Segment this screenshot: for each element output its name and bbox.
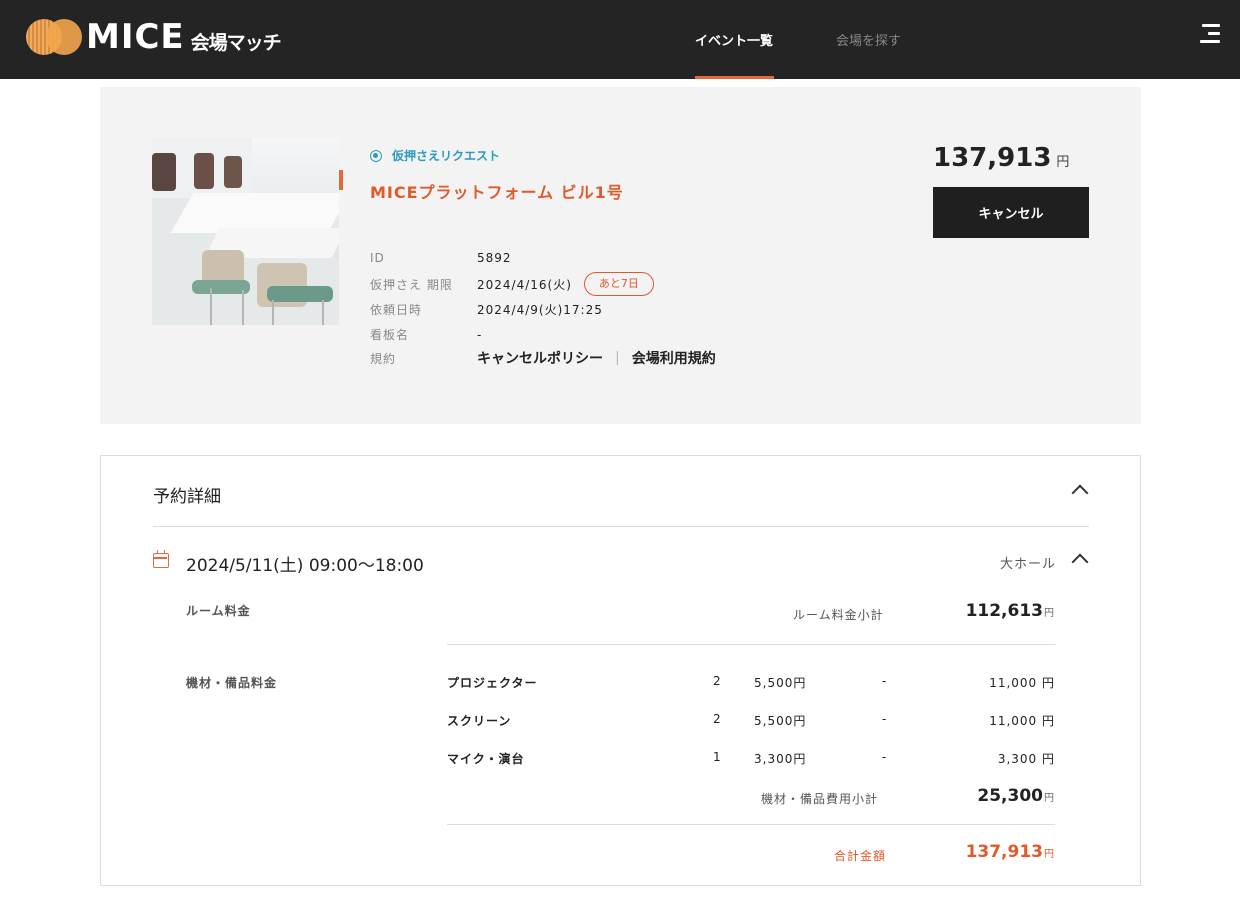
item-total: 11,000 円 <box>989 676 1055 690</box>
nav-find-venue[interactable]: 会場を探す <box>836 30 901 49</box>
table-row: スクリーン 2 5,500円 - 11,000 円 <box>447 712 1055 732</box>
equipment-divider <box>447 824 1055 825</box>
logo-text: MICE <box>86 17 185 57</box>
info-row-id: ID 5892 <box>370 251 512 265</box>
request-date-value: 2024/4/9(火)17:25 <box>477 303 603 317</box>
item-qty: 2 <box>713 712 722 726</box>
room-subtotal-label: ルーム料金小計 <box>793 608 884 622</box>
site-logo[interactable]: MICE 会場マッチ <box>26 17 282 57</box>
signboard-value: - <box>477 327 483 342</box>
room-divider <box>447 644 1055 645</box>
details-divider <box>153 526 1089 527</box>
reservation-date: 2024/5/11(土) 09:00〜18:00 <box>186 556 424 576</box>
item-unit-price: 5,500円 <box>754 714 807 728</box>
total-price: 137,913 円 <box>933 143 1069 173</box>
reservation-summary-panel: 仮押さえリクエスト MICEプラットフォーム ビル1号 ID 5892 仮押さえ… <box>100 87 1141 424</box>
item-discount: - <box>882 674 888 688</box>
top-header: MICE 会場マッチ イベント一覧 会場を探す <box>0 0 1240 79</box>
venue-name: MICEプラットフォーム ビル1号 <box>370 183 624 202</box>
status-indicator: 仮押さえリクエスト <box>370 147 500 164</box>
hold-deadline-value: 2024/4/16(火) <box>477 277 572 292</box>
equipment-subtotal-yen: 円 <box>1044 793 1054 804</box>
id-label: ID <box>370 251 385 265</box>
cancel-button[interactable]: キャンセル <box>933 187 1089 238</box>
grand-total-amount: 137,913 <box>965 842 1043 862</box>
accent-bar <box>339 170 343 190</box>
collapse-date-chevron-icon[interactable] <box>1071 553 1089 571</box>
calendar-icon <box>153 550 169 568</box>
logo-subtext: 会場マッチ <box>190 31 282 54</box>
active-nav-indicator <box>695 76 774 79</box>
hold-deadline-label: 仮押さえ 期限 <box>370 277 453 292</box>
info-row-terms: 規約 キャンセルポリシー | 会場利用規約 <box>370 348 716 368</box>
equipment-fee-label: 機材・備品料金 <box>186 676 278 690</box>
item-total: 11,000 円 <box>989 714 1055 728</box>
menu-icon[interactable] <box>1200 24 1222 44</box>
equipment-subtotal-value: 25,300円 <box>977 786 1054 806</box>
item-name: スクリーン <box>447 714 512 728</box>
item-unit-price: 5,500円 <box>754 676 807 690</box>
hall-name: 大ホール <box>1000 557 1057 572</box>
total-price-value: 137,913 <box>933 143 1052 173</box>
room-fee-label: ルーム料金 <box>186 604 251 618</box>
info-row-request: 依頼日時 2024/4/9(火)17:25 <box>370 301 603 318</box>
total-price-currency: 円 <box>1056 155 1070 170</box>
terms-separator: | <box>615 350 620 366</box>
collapse-details-chevron-icon[interactable] <box>1071 484 1089 502</box>
venue-terms-link[interactable]: 会場利用規約 <box>632 348 716 368</box>
table-row: プロジェクター 2 5,500円 - 11,000 円 <box>447 674 1055 694</box>
item-qty: 2 <box>713 674 722 688</box>
grand-total-value: 137,913円 <box>966 842 1054 862</box>
equipment-subtotal-amount: 25,300 <box>977 786 1043 806</box>
terms-label: 規約 <box>370 351 397 366</box>
status-label: 仮押さえリクエスト <box>392 149 501 163</box>
item-discount: - <box>882 750 888 764</box>
item-name: プロジェクター <box>447 676 538 690</box>
equipment-subtotal-label: 機材・備品費用小計 <box>761 792 879 806</box>
item-name: マイク・演台 <box>447 752 525 766</box>
grand-total-label: 合計金額 <box>834 849 887 863</box>
status-radio-icon <box>370 149 382 162</box>
details-title: 予約詳細 <box>153 487 221 507</box>
logo-mark-icon <box>26 19 82 55</box>
venue-photo <box>152 138 339 325</box>
reservation-details-panel: 予約詳細 2024/5/11(土) 09:00〜18:00 大ホール ルーム料金… <box>100 455 1141 886</box>
item-qty: 1 <box>713 750 722 764</box>
nav-event-list[interactable]: イベント一覧 <box>695 30 773 49</box>
item-discount: - <box>882 712 888 726</box>
cancel-policy-link[interactable]: キャンセルポリシー <box>477 348 603 368</box>
table-row: マイク・演台 1 3,300円 - 3,300 円 <box>447 750 1055 770</box>
room-subtotal-value: 112,613円 <box>966 601 1054 621</box>
info-row-sign: 看板名 - <box>370 326 482 343</box>
request-date-label: 依頼日時 <box>370 303 423 317</box>
room-subtotal-amount: 112,613 <box>965 601 1043 621</box>
signboard-label: 看板名 <box>370 328 410 342</box>
item-unit-price: 3,300円 <box>754 752 807 766</box>
item-total: 3,300 円 <box>997 752 1055 766</box>
grand-total-yen: 円 <box>1044 849 1054 860</box>
info-row-hold: 仮押さえ 期限 2024/4/16(火) あと7日 <box>370 272 654 296</box>
room-subtotal-yen: 円 <box>1044 608 1054 619</box>
days-remaining-badge: あと7日 <box>583 272 654 296</box>
id-value: 5892 <box>477 251 512 265</box>
